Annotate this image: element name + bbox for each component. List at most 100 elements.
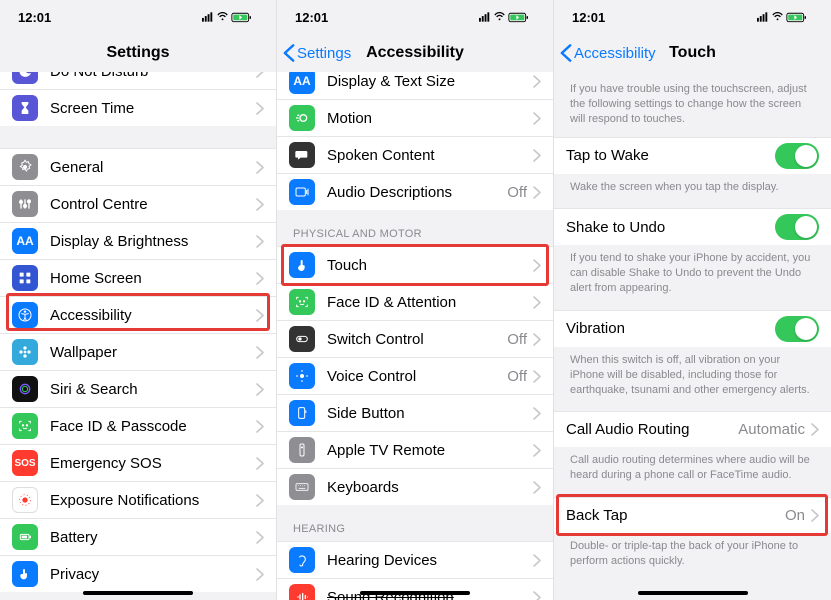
row-display-brightness[interactable]: AA Display & Brightness [0, 223, 276, 260]
wave-icon [289, 584, 315, 600]
chevron-right-icon [533, 554, 541, 567]
touch-icon [289, 252, 315, 278]
home-indicator[interactable] [360, 591, 470, 595]
chevron-right-icon [256, 457, 264, 470]
chevron-right-icon [533, 186, 541, 199]
nav-title: Touch [669, 44, 716, 62]
chevron-right-icon [811, 423, 819, 436]
row-voice-control[interactable]: Voice Control Off [277, 358, 553, 395]
row-privacy[interactable]: Privacy [0, 556, 276, 592]
row-call-audio-routing[interactable]: Call Audio Routing Automatic [554, 411, 831, 447]
row-siri-search[interactable]: Siri & Search [0, 371, 276, 408]
row-tap-to-wake[interactable]: Tap to Wake [554, 137, 831, 174]
row-control-centre[interactable]: Control Centre [0, 186, 276, 223]
toggle-on[interactable] [775, 316, 819, 342]
chevron-right-icon [533, 259, 541, 272]
row-label: Tap to Wake [566, 147, 775, 164]
row-value: Off [507, 184, 527, 201]
intro-text: If you have trouble using the touchscree… [554, 72, 831, 137]
row-label: Wallpaper [50, 344, 256, 361]
status-time: 12:01 [295, 10, 328, 25]
row-sound-recognition[interactable]: Sound Recognition [277, 579, 553, 600]
row-back-tap[interactable]: Back Tap On [554, 497, 831, 533]
chevron-right-icon [533, 407, 541, 420]
row-touch[interactable]: Touch [277, 246, 553, 284]
touch-screen: 12:01 Accessibility Touch If you have tr… [554, 0, 831, 600]
status-time: 12:01 [572, 10, 605, 25]
chevron-right-icon [256, 346, 264, 359]
row-label: Exposure Notifications [50, 492, 256, 509]
chevron-right-icon [533, 112, 541, 125]
settings-screen: 12:01 Settings Do Not Disturb Screen Tim… [0, 0, 277, 600]
row-general[interactable]: General [0, 148, 276, 186]
row-value: On [785, 507, 805, 524]
row-battery[interactable]: Battery [0, 519, 276, 556]
row-label: Switch Control [327, 331, 507, 348]
row-faceid-attention[interactable]: Face ID & Attention [277, 284, 553, 321]
chevron-right-icon [533, 149, 541, 162]
row-label: Siri & Search [50, 381, 256, 398]
row-label: Voice Control [327, 368, 507, 385]
row-label: Accessibility [50, 307, 256, 324]
home-indicator[interactable] [83, 591, 193, 595]
row-vibration[interactable]: Vibration [554, 310, 831, 347]
toggle-on[interactable] [775, 214, 819, 240]
chevron-right-icon [256, 309, 264, 322]
row-label: Motion [327, 110, 533, 127]
chevron-right-icon [256, 272, 264, 285]
accessibility-icon [12, 302, 38, 328]
back-button[interactable]: Settings [283, 44, 351, 62]
row-exposure-notifications[interactable]: Exposure Notifications [0, 482, 276, 519]
row-label: Hearing Devices [327, 552, 533, 569]
back-button[interactable]: Accessibility [560, 44, 656, 62]
footer-call-audio: Call audio routing determines where audi… [554, 447, 831, 491]
settings-list[interactable]: Do Not Disturb Screen Time General Contr… [0, 52, 276, 600]
footer-shake-undo: If you tend to shake your iPhone by acci… [554, 245, 831, 304]
accessibility-list[interactable]: AA Display & Text Size Motion Spoken Con… [277, 62, 553, 600]
row-faceid-passcode[interactable]: Face ID & Passcode [0, 408, 276, 445]
row-audio-descriptions[interactable]: Audio Descriptions Off [277, 174, 553, 210]
status-time: 12:01 [18, 10, 51, 25]
row-label: Face ID & Passcode [50, 418, 256, 435]
row-label: Side Button [327, 405, 533, 422]
row-label: Display & Brightness [50, 233, 256, 250]
row-label: Face ID & Attention [327, 294, 533, 311]
row-screen-time[interactable]: Screen Time [0, 90, 276, 126]
chevron-right-icon [256, 494, 264, 507]
row-motion[interactable]: Motion [277, 100, 553, 137]
row-accessibility[interactable]: Accessibility [0, 297, 276, 334]
nav-bar: Settings Accessibility [277, 34, 553, 72]
motion-icon [289, 105, 315, 131]
row-switch-control[interactable]: Switch Control Off [277, 321, 553, 358]
chevron-right-icon [533, 75, 541, 88]
chevron-right-icon [256, 383, 264, 396]
status-bar: 12:01 [554, 0, 831, 34]
row-keyboards[interactable]: Keyboards [277, 469, 553, 505]
voice-icon [289, 363, 315, 389]
row-apple-tv-remote[interactable]: Apple TV Remote [277, 432, 553, 469]
chevron-right-icon [256, 161, 264, 174]
row-wallpaper[interactable]: Wallpaper [0, 334, 276, 371]
row-label: Display & Text Size [327, 73, 533, 90]
row-shake-to-undo[interactable]: Shake to Undo [554, 208, 831, 245]
row-home-screen[interactable]: Home Screen [0, 260, 276, 297]
home-indicator[interactable] [638, 591, 748, 595]
touch-list[interactable]: If you have trouble using the touchscree… [554, 72, 831, 600]
section-header-hearing: HEARING [277, 505, 553, 541]
row-label: Privacy [50, 566, 256, 583]
row-spoken-content[interactable]: Spoken Content [277, 137, 553, 174]
keyboard-icon [289, 474, 315, 500]
row-label: Spoken Content [327, 147, 533, 164]
row-label: Control Centre [50, 196, 256, 213]
row-emergency-sos[interactable]: SOS Emergency SOS [0, 445, 276, 482]
row-side-button[interactable]: Side Button [277, 395, 553, 432]
row-value: Off [507, 331, 527, 348]
row-label: Apple TV Remote [327, 442, 533, 459]
toggle-on[interactable] [775, 143, 819, 169]
row-label: Touch [327, 257, 533, 274]
row-hearing-devices[interactable]: Hearing Devices [277, 541, 553, 579]
audio-description-icon [289, 179, 315, 205]
row-label: General [50, 159, 256, 176]
row-label: Battery [50, 529, 256, 546]
row-label: Vibration [566, 320, 775, 337]
